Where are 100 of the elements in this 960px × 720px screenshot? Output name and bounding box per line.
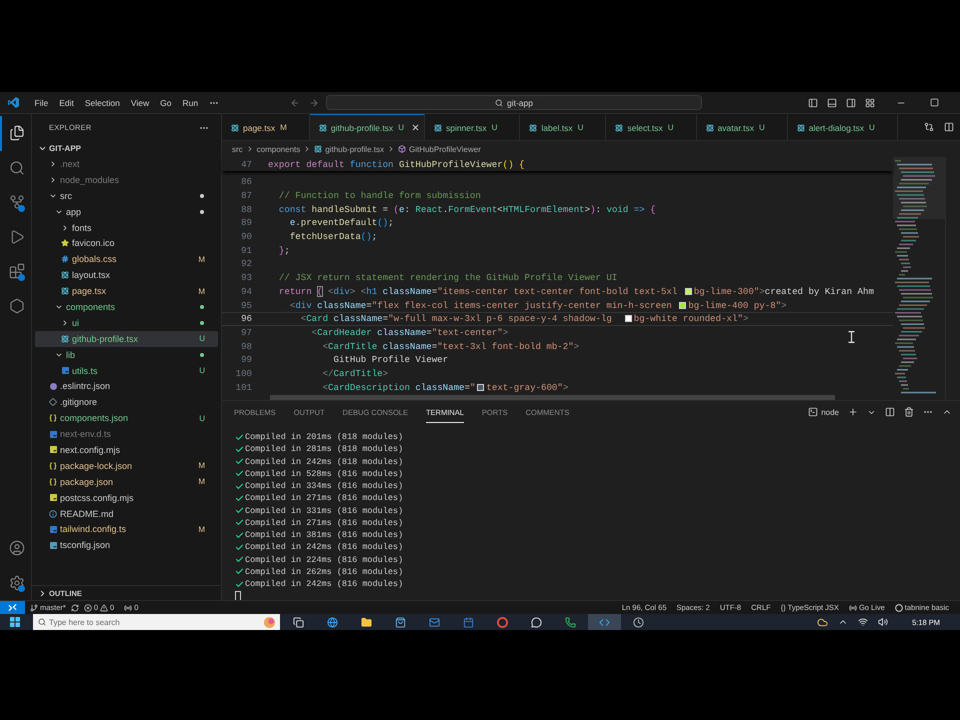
breadcrumb-item[interactable]: github-profile.tsx	[314, 144, 384, 154]
git-status-letter: U	[869, 123, 875, 132]
git-status-letter: U	[668, 123, 674, 132]
folder-root-header[interactable]: GIT-APP	[32, 141, 82, 156]
menu-item[interactable]: Run	[176, 96, 204, 110]
wifi-icon[interactable]	[858, 617, 868, 627]
git-status-letter: M	[198, 254, 205, 264]
menu-item[interactable]: Go	[154, 96, 177, 110]
tree-item[interactable]: postcss.config.mjs	[35, 490, 218, 506]
forward-arrow-icon[interactable]	[308, 98, 318, 108]
atom-icon	[615, 124, 624, 132]
diamond-icon	[49, 398, 57, 406]
line-number: 98	[240, 340, 252, 352]
calendar-icon[interactable]	[463, 616, 474, 628]
tree-item[interactable]: page.tsx M	[35, 283, 218, 300]
compare-icon[interactable]	[924, 122, 934, 132]
line-number: 86	[240, 176, 252, 188]
tree-item[interactable]: layout.tsx	[35, 267, 218, 284]
tree-item[interactable]: globals.css M	[35, 251, 218, 268]
mail-icon[interactable]	[429, 616, 440, 628]
folder-row[interactable]: .next	[35, 156, 218, 172]
tree-item[interactable]: .eslintrc.json	[35, 378, 218, 394]
plus-icon[interactable]	[848, 407, 858, 417]
speaker-icon[interactable]	[878, 617, 888, 627]
back-arrow-icon[interactable]	[290, 98, 300, 108]
tree-item[interactable]: components.json U	[35, 410, 218, 426]
start-grid-icon[interactable]	[10, 617, 20, 627]
atom-icon	[529, 124, 538, 132]
breadcrumb-item[interactable]: GitHubProfileViewer	[398, 144, 481, 154]
taskbar-search-field[interactable]: Type here to search	[33, 614, 280, 630]
code-text: bg-lime-400 py-8">	[688, 300, 787, 311]
folder-row[interactable]: ui	[35, 314, 218, 331]
logo-icon	[8, 97, 19, 108]
tree-item[interactable]: README.md	[35, 506, 218, 522]
menu-item[interactable]: Edit	[54, 96, 80, 110]
command-center[interactable]: git-app	[326, 95, 702, 110]
menu-item[interactable]: File	[29, 96, 54, 110]
panel-right-icon[interactable]	[846, 98, 856, 108]
folder-row[interactable]: lib	[35, 346, 218, 363]
search-icon	[495, 98, 503, 106]
bag-icon[interactable]	[395, 616, 406, 628]
square-tile-icon	[50, 430, 56, 438]
tree-item[interactable]: .gitignore	[35, 394, 218, 410]
editor-tab[interactable]: github-profile.tsx U	[310, 114, 425, 140]
stacked-windows-icon[interactable]	[293, 616, 304, 628]
git-status-letter: U	[199, 414, 205, 423]
tree-item[interactable]: tsconfig.json	[35, 537, 218, 554]
tree-item[interactable]: package-lock.json M	[35, 458, 218, 474]
tree-item[interactable]: utils.ts U	[35, 362, 218, 378]
line-number: 97	[240, 326, 252, 338]
taskbar-button[interactable]	[588, 614, 621, 630]
trash-icon[interactable]	[904, 407, 914, 417]
breadcrumb-item[interactable]: src	[232, 144, 243, 154]
cloud-icon[interactable]	[817, 616, 828, 628]
globe-icon[interactable]	[327, 616, 338, 628]
breadcrumb-item[interactable]: components	[256, 144, 300, 154]
menu-item[interactable]: Selection	[79, 96, 126, 110]
hash-icon	[61, 255, 69, 264]
code-line: fetchUserData();	[290, 231, 378, 242]
branch-icon	[8, 194, 24, 210]
tree-item[interactable]: github-profile.tsx U	[35, 330, 218, 347]
clock-icon[interactable]	[633, 616, 644, 628]
tree-item[interactable]: package.json M	[35, 474, 218, 490]
panel-left-icon[interactable]	[808, 98, 818, 108]
layout-icon[interactable]	[865, 98, 875, 108]
menu-item[interactable]: View	[125, 96, 155, 110]
terminal-line: Compiled in 381ms (816 modules)	[245, 530, 404, 540]
panel-bottom-icon[interactable]	[827, 98, 837, 108]
folder-row[interactable]: components	[35, 299, 218, 315]
folder-row[interactable]: node_modules	[35, 172, 218, 188]
close-icon[interactable]	[410, 123, 420, 132]
square-tile-icon	[62, 367, 68, 374]
tree-item[interactable]: favicon.ico	[35, 235, 218, 252]
folder-icon[interactable]	[361, 616, 372, 628]
braces-icon	[49, 478, 57, 486]
warning-icon	[100, 604, 108, 612]
split-icon[interactable]	[885, 407, 895, 417]
cube-icon	[398, 145, 406, 153]
tree-item[interactable]: next-env.d.ts	[35, 426, 218, 442]
folder-row[interactable]: fonts	[35, 220, 218, 236]
folder-row[interactable]: src	[35, 188, 218, 204]
remote-button[interactable]	[0, 601, 25, 614]
terminal-selector[interactable]: node	[808, 407, 839, 417]
phone-icon[interactable]	[565, 616, 576, 628]
atom-icon	[61, 334, 69, 343]
git-status-letter: M	[280, 123, 287, 132]
folder-row[interactable]: app	[35, 204, 218, 220]
sync-icon[interactable]	[70, 604, 79, 612]
terminal-line: Compiled in 334ms (816 modules)	[245, 481, 404, 492]
ring-icon[interactable]	[497, 616, 508, 628]
split-editor-icon[interactable]	[944, 122, 954, 132]
tree-item[interactable]: next.config.mjs	[35, 442, 218, 458]
maximize-icon[interactable]	[930, 98, 939, 107]
git-status-letter: U	[492, 123, 498, 132]
git-status-letter: U	[758, 123, 765, 132]
chat-bubble-icon[interactable]	[531, 616, 542, 628]
line-number: 88	[240, 204, 252, 215]
tree-item[interactable]: tailwind.config.ts M	[35, 521, 218, 538]
account-icon	[8, 540, 24, 556]
terminal-line: Compiled in 262ms (816 modules)	[245, 566, 404, 577]
